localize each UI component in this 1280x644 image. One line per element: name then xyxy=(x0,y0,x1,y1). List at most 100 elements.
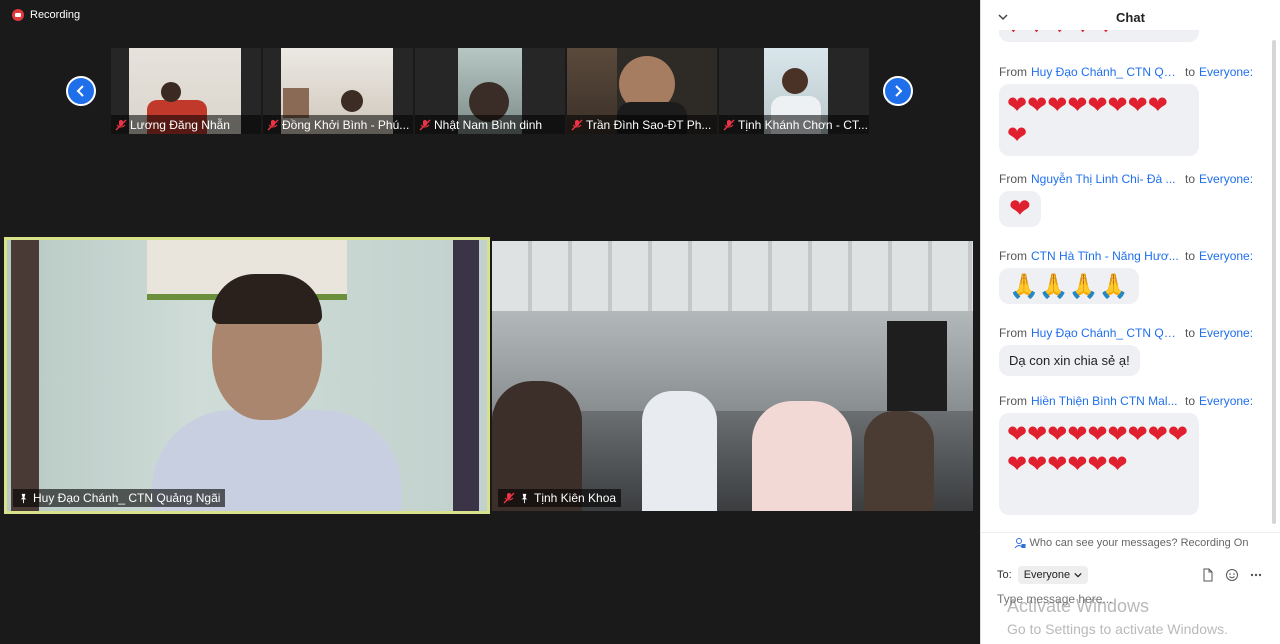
to-label: To: xyxy=(997,569,1012,581)
activate-windows-watermark: Activate Windows Go to Settings to activ… xyxy=(1007,596,1228,637)
from-label: From xyxy=(999,249,1027,263)
message-text: ❤❤❤❤❤❤❤❤❤ xyxy=(1007,91,1168,149)
chat-scrollbar[interactable] xyxy=(1271,40,1277,524)
message-header: From Huy Đạo Chánh_ CTN Quả... to Everyo… xyxy=(999,326,1271,340)
sender-name[interactable]: Nguyễn Thị Linh Chi- Đà ... xyxy=(1031,172,1181,186)
recording-icon xyxy=(12,9,24,21)
participant-thumbnail[interactable]: Nhật Nam Bình dinh xyxy=(415,48,565,134)
participant-name-label: Trần Đình Sao-ĐT Ph... xyxy=(567,115,717,134)
person xyxy=(864,411,934,511)
participant-name: Nhật Nam Bình dinh xyxy=(434,117,543,132)
door-frame xyxy=(453,240,479,511)
speaker-name: Huy Đạo Chánh_ CTN Quảng Ngãi xyxy=(33,491,221,505)
message-header: From CTN Hà Tĩnh - Năng Hươ... to Everyo… xyxy=(999,249,1271,263)
message-header: From Hiền Thiện Bình CTN Mal... to Every… xyxy=(999,394,1271,408)
participant-name: Lương Đăng Nhẫn xyxy=(130,117,230,132)
participant-name-label: Đồng Khởi Bình - Phú... xyxy=(263,115,413,134)
recording-label: Recording xyxy=(30,9,81,21)
participant-name-label: Nhật Nam Bình dinh xyxy=(415,115,565,134)
participant-thumbnail[interactable]: Đồng Khởi Bình - Phú... xyxy=(263,48,413,134)
watermark-title: Activate Windows xyxy=(1007,596,1150,616)
message-bubble: Dạ con xin chia sẻ ạ! xyxy=(999,345,1140,376)
muted-mic-icon xyxy=(419,119,431,130)
message-text: ❤❤❤❤❤❤❤❤❤❤❤❤❤❤❤ xyxy=(1007,420,1188,478)
recipient-name: Everyone: xyxy=(1199,394,1254,408)
participant-name: Tịnh Kiên Khoa xyxy=(534,491,617,505)
chat-compose: To: Everyone Activate Windows Go to Sett… xyxy=(981,556,1280,644)
recipient-value: Everyone xyxy=(1023,569,1071,581)
participant-thumbnail[interactable]: Tịnh Khánh Chơn - CT... xyxy=(719,48,869,134)
chevron-down-icon[interactable] xyxy=(997,11,1009,23)
sender-name[interactable]: Huy Đạo Chánh_ CTN Quả... xyxy=(1031,65,1181,79)
chat-message: From Huy Đạo Chánh_ CTN Quả... to Everyo… xyxy=(981,65,1271,156)
person xyxy=(642,391,717,511)
speaker-name-label: Huy Đạo Chánh_ CTN Quảng Ngãi xyxy=(13,489,226,507)
to-label: to xyxy=(1185,326,1196,340)
participant-thumbnail[interactable]: Trần Đình Sao-ĐT Ph... xyxy=(567,48,717,134)
sender-name[interactable]: CTN Hà Tĩnh - Năng Hươ... xyxy=(1031,249,1181,263)
message-bubble: 🙏🙏🙏🙏 xyxy=(999,268,1139,304)
sender-name[interactable]: Huy Đạo Chánh_ CTN Quả... xyxy=(1031,326,1181,340)
muted-mic-icon xyxy=(723,119,735,130)
meeting-area: Recording Lương Đăng Nhẫn Đồng Khởi Bình… xyxy=(0,0,980,644)
participant-name: Tịnh Khánh Chơn - CT... xyxy=(738,117,868,132)
chevron-down-icon xyxy=(1074,572,1082,578)
next-page-button[interactable] xyxy=(883,76,913,106)
chat-message: From Huy Đạo Chánh_ CTN Quả... to Everyo… xyxy=(981,326,1271,376)
message-header: From Nguyễn Thị Linh Chi- Đà ... to Ever… xyxy=(999,172,1271,186)
message-header: From Huy Đạo Chánh_ CTN Quả... to Everyo… xyxy=(999,65,1271,79)
recipient-name: Everyone: xyxy=(1199,249,1254,263)
chat-header: Chat xyxy=(981,0,1280,34)
chat-tools xyxy=(1201,568,1263,582)
file-icon[interactable] xyxy=(1201,568,1215,582)
recipient-row: To: Everyone xyxy=(997,566,1089,584)
person xyxy=(752,401,852,511)
recipient-name: Everyone: xyxy=(1199,172,1254,186)
to-label: to xyxy=(1185,172,1196,186)
pin-icon xyxy=(20,493,27,503)
door-frame xyxy=(11,240,39,511)
message-text: Dạ con xin chia sẻ ạ! xyxy=(1009,353,1130,368)
chevron-left-icon xyxy=(76,85,84,97)
muted-mic-icon xyxy=(267,119,279,130)
previous-page-button[interactable] xyxy=(66,76,96,106)
muted-mic-icon xyxy=(571,119,583,130)
participant-name-label: Lương Đăng Nhẫn xyxy=(111,115,261,134)
active-speaker-video[interactable]: Huy Đạo Chánh_ CTN Quảng Ngãi xyxy=(4,237,490,514)
privacy-notice[interactable]: Who can see your messages? Recording On xyxy=(981,532,1280,552)
message-bubble: ❤❤❤❤❤❤❤❤❤ xyxy=(999,84,1199,156)
watermark-subtitle: Go to Settings to activate Windows. xyxy=(1007,621,1228,637)
chat-title: Chat xyxy=(1116,9,1145,25)
emoji-icon[interactable] xyxy=(1225,568,1239,582)
muted-mic-icon xyxy=(115,119,127,130)
from-label: From xyxy=(999,65,1027,79)
person-lock-icon xyxy=(1014,537,1026,548)
scrollbar-thumb[interactable] xyxy=(1272,40,1276,524)
chat-message: From Hiền Thiện Bình CTN Mal... to Every… xyxy=(981,394,1271,515)
to-label: to xyxy=(1185,65,1196,79)
message-bubble: ❤ xyxy=(999,191,1041,227)
to-label: to xyxy=(1185,249,1196,263)
chat-message: From Nguyễn Thị Linh Chi- Đà ... to Ever… xyxy=(981,172,1271,227)
ceiling xyxy=(492,241,973,311)
participant-name-label: Tịnh Kiên Khoa xyxy=(498,489,622,507)
muted-mic-icon xyxy=(503,492,515,504)
chat-message: From CTN Hà Tĩnh - Năng Hươ... to Everyo… xyxy=(981,249,1271,304)
chat-message-list[interactable]: ❤ ❤ ❤ ❤ ❤ From Huy Đạo Chánh_ CTN Quả...… xyxy=(981,30,1271,530)
participant-name-label: Tịnh Khánh Chơn - CT... xyxy=(719,115,869,134)
more-options-icon[interactable] xyxy=(1249,568,1263,582)
from-label: From xyxy=(999,326,1027,340)
chevron-right-icon xyxy=(895,85,903,97)
participant-thumbnail[interactable]: Lương Đăng Nhẫn xyxy=(111,48,261,134)
recording-indicator[interactable]: Recording xyxy=(12,9,80,21)
message-text: ❤ xyxy=(1009,194,1031,224)
from-label: From xyxy=(999,394,1027,408)
participant-video-large[interactable]: Tịnh Kiên Khoa xyxy=(492,241,973,511)
chat-panel: Chat ❤ ❤ ❤ ❤ ❤ From Huy Đạo Chánh_ CTN Q… xyxy=(980,0,1280,644)
message-bubble: ❤ ❤ ❤ ❤ ❤ xyxy=(999,30,1199,42)
recipient-dropdown[interactable]: Everyone xyxy=(1017,566,1089,584)
privacy-text: Who can see your messages? Recording On xyxy=(1029,536,1249,549)
from-label: From xyxy=(999,172,1027,186)
sender-name[interactable]: Hiền Thiện Bình CTN Mal... xyxy=(1031,394,1181,408)
recipient-name: Everyone: xyxy=(1199,326,1254,340)
